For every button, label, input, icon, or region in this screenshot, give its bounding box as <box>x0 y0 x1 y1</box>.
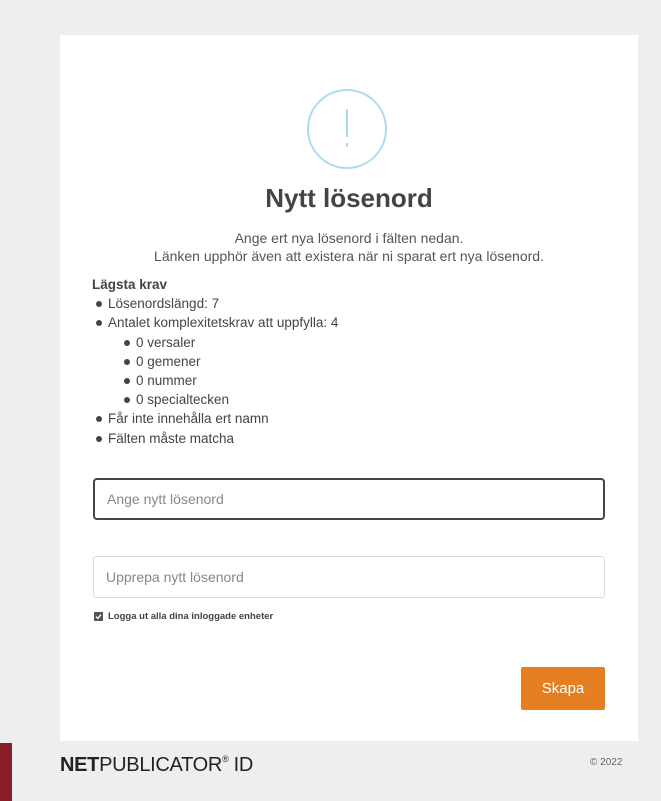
requirement-lowercase: 0 gemener <box>120 352 338 371</box>
logout-all-devices-option[interactable]: Logga ut alla dina inloggade enheter <box>94 611 273 622</box>
requirement-complexity-label: Antalet komplexitetskrav att uppfylla: 4 <box>108 315 339 331</box>
repeat-password-input[interactable] <box>93 556 605 598</box>
netpublicator-logo: NETPUBLICATOR® ID <box>60 754 253 777</box>
complexity-sublist: 0 versaler 0 gemener 0 nummer 0 specialt… <box>120 333 338 410</box>
requirement-no-name: Får inte innehålla ert namn <box>92 409 338 428</box>
requirement-complexity: Antalet komplexitetskrav att uppfylla: 4… <box>92 313 338 409</box>
logout-all-devices-checkbox[interactable] <box>94 612 103 621</box>
exclamation-mark <box>346 109 348 147</box>
exclamation-circle-icon <box>307 89 387 169</box>
requirement-special-chars: 0 specialtecken <box>120 390 338 409</box>
requirement-uppercase: 0 versaler <box>120 333 338 352</box>
subtitle-instruction: Ange ert nya lösenord i fälten nedan. <box>234 230 464 246</box>
new-password-input[interactable] <box>93 478 605 520</box>
checkmark-icon <box>95 614 102 620</box>
logout-all-devices-label: Logga ut alla dina inloggade enheter <box>108 611 274 622</box>
requirement-length: Lösenordslängd: 7 <box>92 294 338 313</box>
create-button[interactable]: Skapa <box>521 667 605 710</box>
logo-id: ID <box>228 754 254 776</box>
requirement-numbers: 0 nummer <box>120 371 338 390</box>
page-title: Nytt lösenord <box>265 183 433 213</box>
subtitle-expiry-note: Länken upphör även att existera när ni s… <box>154 248 544 264</box>
requirements-heading: Lägsta krav <box>92 277 168 292</box>
brand-accent-strip <box>0 743 12 801</box>
copyright-text: © 2022 <box>590 757 623 768</box>
logo-net: NET <box>60 754 100 776</box>
reset-password-card: Nytt lösenord Ange ert nya lösenord i fä… <box>60 35 638 741</box>
logo-publicator: PUBLICATOR <box>99 754 223 776</box>
requirement-must-match: Fälten måste matcha <box>92 429 338 448</box>
requirements-section: Lägsta krav Lösenordslängd: 7 Antalet ko… <box>92 275 338 448</box>
requirements-list: Lösenordslängd: 7 Antalet komplexitetskr… <box>92 294 338 448</box>
